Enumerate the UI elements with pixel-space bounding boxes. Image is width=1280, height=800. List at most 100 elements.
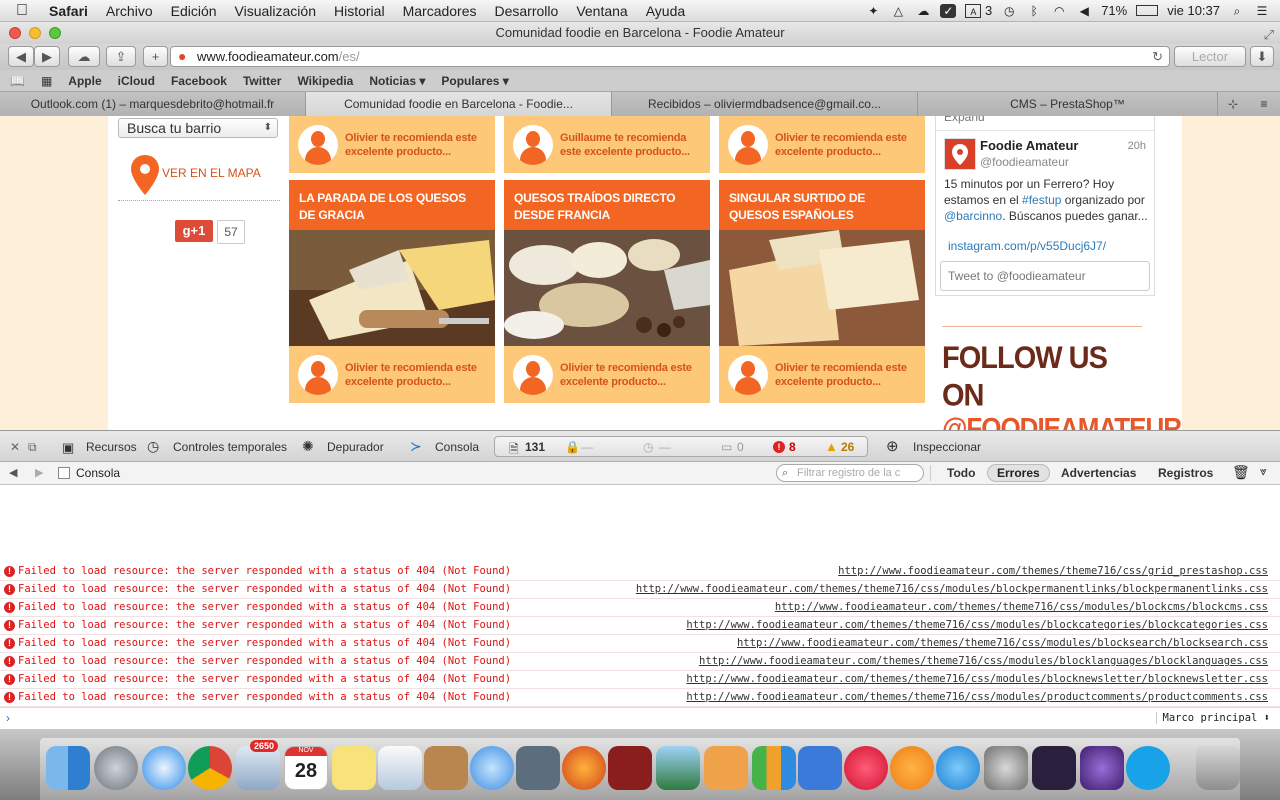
error-url[interactable]: http://www.foodieamateur.com/themes/them… (686, 689, 1268, 706)
notification-center-icon[interactable]: ☰ (1254, 4, 1270, 18)
tab-list-icon[interactable]: ≡ (1248, 92, 1280, 116)
tweet-time[interactable]: 20h (1128, 140, 1146, 152)
calendar-icon[interactable]: NOV 28 (284, 746, 328, 790)
detach-devtools-icon[interactable]: ⧉ (28, 440, 37, 455)
bookmark-facebook[interactable]: Facebook (163, 74, 235, 88)
clock[interactable]: vie 10:37 (1167, 3, 1220, 18)
check-icon[interactable]: ✓ (940, 3, 957, 18)
resources-tab[interactable]: Recursos (86, 440, 137, 454)
messages-icon[interactable] (470, 746, 514, 790)
bookmark-populares[interactable]: Populares ▾ (433, 74, 516, 88)
inspect-button[interactable]: Inspeccionar (913, 440, 981, 454)
error-url[interactable]: http://www.foodieamateur.com/themes/them… (838, 563, 1268, 580)
error-url[interactable]: http://www.foodieamateur.com/themes/them… (686, 617, 1268, 634)
appstore-icon[interactable] (936, 746, 980, 790)
menu-ventana[interactable]: Ventana (567, 3, 636, 19)
bluetooth-icon[interactable]: ᛒ (1026, 4, 1042, 18)
frame-selector[interactable]: Marco principal ⬍ (1155, 712, 1270, 724)
card-recommendation[interactable]: Olivier te recomienda este excelente pro… (504, 346, 710, 403)
nav-back-icon[interactable]: ◀ (9, 466, 17, 479)
volume-icon[interactable]: ◀ (1076, 4, 1092, 18)
top-sites-icon[interactable]: ▦ (33, 74, 60, 88)
console-filter-input[interactable]: ⌕ Filtrar registro de la c (776, 464, 924, 482)
dropbox-icon[interactable]: ✦ (865, 4, 881, 18)
error-url[interactable]: http://www.foodieamateur.com/themes/them… (737, 635, 1268, 652)
card-recommendation[interactable]: Olivier te recomienda este excelente pro… (719, 116, 925, 173)
menu-archivo[interactable]: Archivo (97, 3, 162, 19)
tweet-link[interactable]: instagram.com/p/v55Ducj6J7/ (948, 239, 1106, 253)
errors-icon[interactable]: ! (773, 441, 785, 453)
contacts-icon[interactable] (424, 746, 468, 790)
card-recommendation[interactable]: Olivier te recomienda este excelente pro… (719, 346, 925, 403)
console-error-row[interactable]: ! Failed to load resource: the server res… (0, 689, 1280, 707)
keynote-icon[interactable] (798, 746, 842, 790)
forward-button[interactable]: ▶ (34, 46, 60, 67)
notes-icon[interactable] (332, 746, 376, 790)
tab-gmail[interactable]: Recibidos – oliviermdbadsence@gmail.co..… (612, 92, 918, 116)
mail-icon[interactable]: 2650 (236, 740, 280, 790)
warnings-count[interactable]: 26 (841, 440, 854, 454)
console-error-row[interactable]: ! Failed to load resource: the server res… (0, 653, 1280, 671)
preview-icon[interactable] (378, 746, 422, 790)
pro-tools-icon[interactable] (1032, 746, 1076, 790)
console-error-row[interactable]: ! Failed to load resource: the server res… (0, 563, 1280, 581)
clear-console-icon[interactable]: 🗑 (1232, 464, 1250, 481)
twitter-name[interactable]: Foodie Amateur (980, 138, 1078, 153)
timelines-tab[interactable]: Controles temporales (173, 440, 287, 454)
menu-historial[interactable]: Historial (325, 3, 394, 19)
console-icon[interactable]: ≻ (410, 438, 422, 455)
creative-cloud-icon[interactable]: ☁ (915, 4, 931, 18)
imovie-icon[interactable] (1080, 746, 1124, 790)
menu-desarrollo[interactable]: Desarrollo (486, 3, 568, 19)
close-devtools-icon[interactable]: ✕ (10, 440, 20, 454)
back-button[interactable]: ◀ (8, 46, 34, 67)
icloud-tabs-button[interactable]: ☁ (68, 46, 100, 67)
battery-percent[interactable]: 71% (1101, 3, 1127, 18)
reload-icon[interactable]: ↻ (1152, 47, 1163, 66)
tweet-input[interactable]: Tweet to @foodieamateur (940, 261, 1150, 291)
twitter-handle[interactable]: @foodieamateur (980, 155, 1069, 169)
product-image[interactable] (289, 230, 495, 346)
facetime-icon[interactable] (516, 746, 560, 790)
filter-warnings[interactable]: Advertencias (1061, 466, 1136, 480)
firefox-icon[interactable] (562, 746, 606, 790)
console-error-row[interactable]: ! Failed to load resource: the server res… (0, 581, 1280, 599)
address-bar[interactable]: ● www.foodieamateur.com/es/ ↻ (170, 46, 1170, 67)
safari-icon[interactable] (142, 746, 186, 790)
reader-button[interactable]: Lector (1174, 46, 1246, 67)
console-error-row[interactable]: ! Failed to load resource: the server res… (0, 635, 1280, 653)
apple-menu-icon[interactable]:  (0, 2, 40, 20)
map-link[interactable]: VER EN EL MAPA (130, 154, 280, 198)
product-title[interactable]: SINGULAR SURTIDO DE QUESOS ESPAÑOLES (719, 180, 925, 230)
card-recommendation[interactable]: Olivier te recomienda este excelente pro… (289, 346, 495, 403)
card-recommendation[interactable]: Olivier te recomienda este excelente pro… (289, 116, 495, 173)
messages-count[interactable]: 0 (737, 440, 744, 454)
error-url[interactable]: http://www.foodieamateur.com/themes/them… (636, 581, 1268, 598)
iphoto-icon[interactable] (656, 746, 700, 790)
system-preferences-icon[interactable] (984, 746, 1028, 790)
console-breadcrumb[interactable]: Consola (76, 466, 120, 480)
warnings-icon[interactable]: ▲ (825, 439, 838, 454)
photobooth-icon[interactable] (608, 746, 652, 790)
share-button[interactable]: ⇪ (106, 46, 136, 67)
errors-count[interactable]: 8 (789, 440, 796, 454)
launchpad-icon[interactable] (94, 746, 138, 790)
console-prompt[interactable]: › Marco principal ⬍ (0, 707, 1280, 729)
menu-marcadores[interactable]: Marcadores (394, 3, 486, 19)
reading-list-icon[interactable]: 📖 (0, 74, 33, 88)
fullscreen-icon[interactable]: ⤢ (1264, 24, 1274, 46)
bookmark-noticias[interactable]: Noticias ▾ (361, 74, 433, 88)
filter-all[interactable]: Todo (947, 466, 975, 480)
timelines-icon[interactable]: ◷ (147, 438, 159, 455)
tweet-hashtag[interactable]: #festup (1022, 193, 1061, 207)
zoom-window-icon[interactable] (49, 27, 61, 39)
debugger-tab[interactable]: Depurador (327, 440, 384, 454)
console-tab[interactable]: Consola (435, 440, 479, 454)
numbers-icon[interactable] (752, 746, 796, 790)
ibooks-icon[interactable] (890, 746, 934, 790)
menu-ayuda[interactable]: Ayuda (637, 3, 694, 19)
filter-logs[interactable]: Registros (1158, 466, 1213, 480)
tab-overview-icon[interactable]: ⊹ (1218, 92, 1248, 116)
tweet-mention[interactable]: @barcinno (944, 209, 1002, 223)
pages-icon[interactable] (704, 746, 748, 790)
